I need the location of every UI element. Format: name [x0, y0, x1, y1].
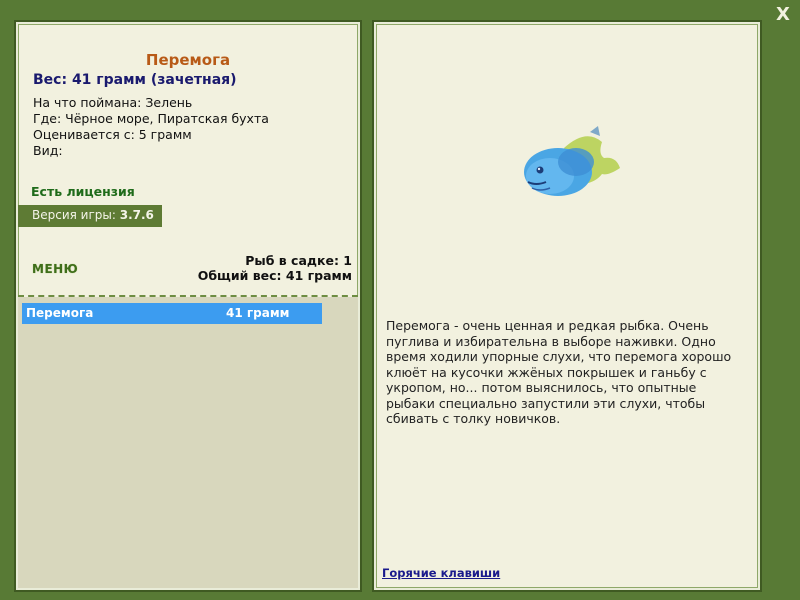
game-version-value: 3.7.6 [119, 208, 154, 222]
fish-info-panel: Перемога Вес: 41 грамм (зачетная) На что… [16, 22, 360, 590]
catch-list: Перемога 41 грамм [18, 297, 358, 588]
menu-button[interactable]: МЕНЮ [32, 262, 78, 276]
list-item-name: Перемога [26, 306, 94, 320]
keep-net-total-weight: Общий вес: 41 грамм [197, 268, 352, 283]
keep-net-stats: Рыб в садке: 1 Общий вес: 41 грамм [198, 253, 352, 283]
list-item[interactable]: Перемога 41 грамм [22, 303, 322, 324]
license-status: Есть лицензия [31, 184, 135, 199]
fish-description: Перемога - очень ценная и редкая рыбка. … [386, 318, 732, 426]
fish-kind: Вид: [33, 143, 63, 158]
fish-picture [524, 126, 620, 196]
keep-net-count: Рыб в садке: 1 [245, 253, 352, 268]
list-item-weight: 41 грамм [226, 306, 290, 320]
fish-rated-from: Оценивается с: 5 грамм [33, 127, 192, 142]
close-icon: X [776, 4, 790, 25]
fish-detail-panel: Перемога - очень ценная и редкая рыбка. … [374, 22, 760, 590]
game-version-bar: Версия игры: 3.7.6 [18, 205, 162, 227]
fish-name-title: Перемога [145, 51, 231, 69]
game-version-label: Версия игры: [32, 208, 116, 222]
fish-weight: Вес: 41 грамм (зачетная) [33, 72, 237, 88]
fish-location: Где: Чёрное море, Пиратская бухта [33, 111, 269, 126]
hotkeys-link[interactable]: Горячие клавиши [382, 566, 500, 580]
close-button[interactable]: X [773, 5, 793, 25]
fish-bait: На что поймана: Зелень [33, 95, 193, 110]
